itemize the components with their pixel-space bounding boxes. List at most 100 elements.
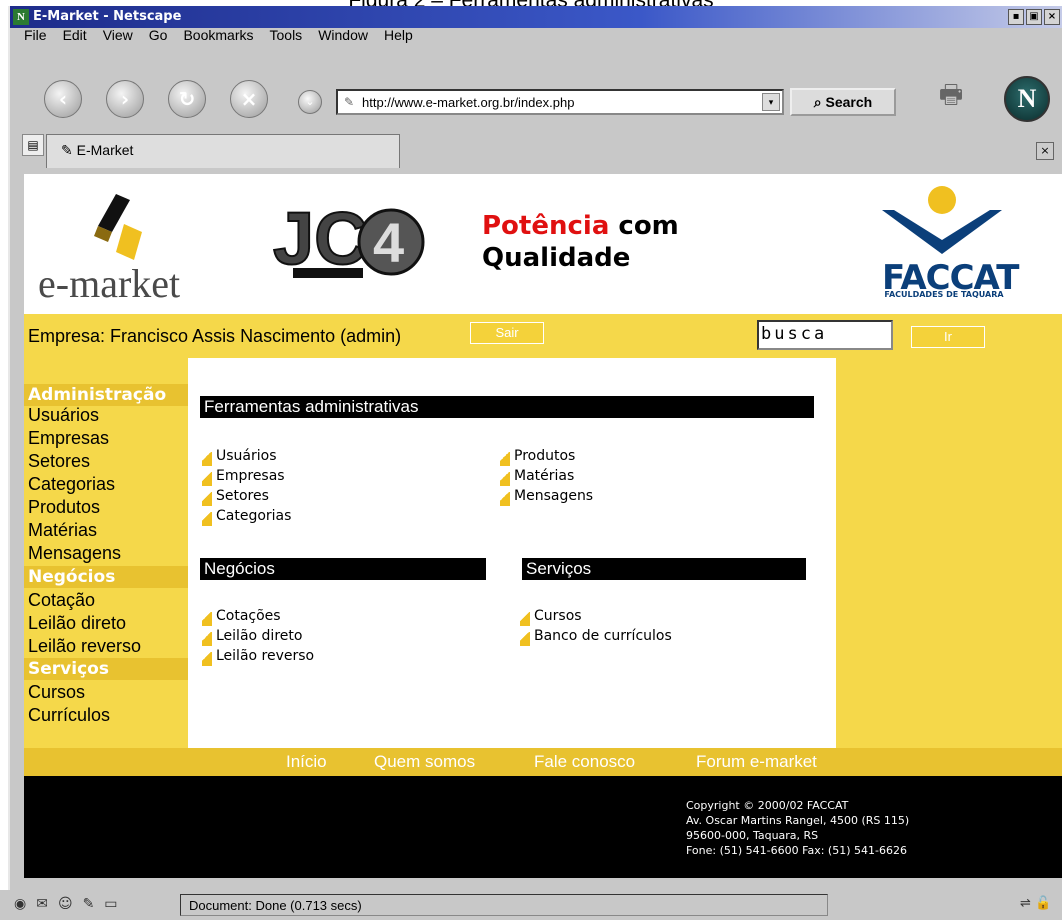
company-label: Empresa: Francisco Assis Nascimento (adm… [28,326,402,346]
main-panel: Ferramentas administrativas Usuários Emp… [188,358,836,748]
menu-bar: File Edit View Go Bookmarks Tools Window… [10,22,1050,48]
sidebar-item-produtos[interactable]: Produtos [28,496,100,518]
close-tab-icon[interactable]: × [1036,142,1054,160]
new-tab-icon[interactable]: ▤ [22,134,44,156]
emarket-logo-text: e-market [38,261,181,306]
logout-button[interactable]: Sair [470,322,544,344]
security-lock-icon[interactable]: ⇌ 🔓 [1020,896,1051,911]
back-button[interactable]: ‹ [44,80,82,118]
sidebar-item-cotacao[interactable]: Cotação [28,589,95,611]
link-usuarios[interactable]: Usuários [200,446,277,466]
menu-tools[interactable]: Tools [270,27,303,43]
site-footer: Copyright © 2000/02 FACCAT Av. Oscar Mar… [24,776,1062,878]
sidebar: Administração Usuários Empresas Setores … [24,358,188,748]
emarket-logo-icon[interactable] [90,194,146,262]
tab-label: E-Market [76,142,134,158]
page-icon: ✎ [344,95,355,109]
tagline-rest: com [609,211,679,241]
phone-line: Fone: (51) 541-6600 Fax: (51) 541-6626 [686,844,907,857]
forward-button[interactable]: › [106,80,144,118]
sidebar-item-materias[interactable]: Matérias [28,519,97,541]
stop-button[interactable]: × [230,80,268,118]
menu-go[interactable]: Go [149,27,168,43]
tagline: Potência com Qualidade [482,210,679,274]
netscape-logo-icon[interactable]: N [1004,76,1050,122]
print-icon[interactable]: 🖶 [930,76,972,110]
status-text: Document: Done (0.713 secs) [180,894,828,916]
section-title-admin: Ferramentas administrativas [200,396,814,418]
stop-icon: × [240,87,258,111]
link-materias[interactable]: Matérias [498,466,574,486]
sidebar-item-usuarios[interactable]: Usuários [28,404,99,426]
sidebar-item-mensagens[interactable]: Mensagens [28,542,121,564]
footer-link-inicio[interactable]: Início [286,752,327,772]
tab-page-icon: ✎ [61,142,77,158]
go-icon[interactable]: ⌄ [298,90,322,114]
footer-nav: Início Quem somos Fale conosco Forum e-m… [24,748,1062,776]
link-categorias[interactable]: Categorias [200,506,291,526]
search-button-label: Search [825,94,873,110]
sidebar-item-cursos[interactable]: Cursos [28,681,85,703]
sidebar-item-leilao-reverso[interactable]: Leilão reverso [28,635,141,657]
menu-window[interactable]: Window [318,27,368,43]
link-banco-curriculos[interactable]: Banco de currículos [518,626,672,646]
go-button[interactable]: Ir [911,326,985,348]
back-icon: ‹ [58,87,68,111]
tab-emarket[interactable]: ✎ E-Market [46,134,400,168]
navigator-icon[interactable]: ◉ [14,896,26,912]
link-setores[interactable]: Setores [200,486,269,506]
address-book-icon[interactable]: ▭ [104,896,117,912]
magnifier-icon: ⌕ [813,94,826,110]
sidebar-item-leilao-direto[interactable]: Leilão direto [28,612,126,634]
section-title-servicos: Serviços [522,558,806,580]
city-line: 95600-000, Taquara, RS [686,829,819,842]
sidebar-item-setores[interactable]: Setores [28,450,90,472]
footer-link-quem-somos[interactable]: Quem somos [374,752,475,772]
link-leilao-reverso[interactable]: Leilão reverso [200,646,314,666]
page-content: e-market JC 4 Potência com Qualidade FAC… [24,174,1062,878]
copyright-block: Copyright © 2000/02 FACCAT Av. Oscar Mar… [686,798,909,858]
footer-link-fale-conosco[interactable]: Fale conosco [534,752,635,772]
forward-icon: › [120,87,130,111]
im-icon[interactable]: ☺ [58,896,73,912]
link-leilao-direto[interactable]: Leilão direto [200,626,302,646]
sidebar-head-admin[interactable]: Administração [24,384,188,406]
url-text: http://www.e-market.org.br/index.php [362,95,575,110]
url-dropdown-icon[interactable]: ▾ [762,93,780,111]
reload-button[interactable]: ↻ [168,80,206,118]
menu-help[interactable]: Help [384,27,413,43]
search-button[interactable]: ⌕ Search [790,88,896,116]
tagline-highlight: Potência [482,211,610,241]
link-produtos[interactable]: Produtos [498,446,575,466]
link-cotacoes[interactable]: Cotações [200,606,281,626]
menu-edit[interactable]: Edit [63,27,87,43]
url-field[interactable]: ✎ http://www.e-market.org.br/index.php ▾ [336,89,784,115]
sidebar-head-negocios[interactable]: Negócios [24,566,188,588]
link-mensagens[interactable]: Mensagens [498,486,593,506]
link-empresas[interactable]: Empresas [200,466,285,486]
svg-text:4: 4 [373,211,404,274]
faccat-logo-icon [882,186,1002,254]
menu-view[interactable]: View [103,27,133,43]
site-header: e-market JC 4 Potência com Qualidade FAC… [24,174,1062,314]
sidebar-item-empresas[interactable]: Empresas [28,427,109,449]
mail-icon[interactable]: ✉ [36,896,48,912]
link-cursos[interactable]: Cursos [518,606,582,626]
search-input[interactable]: busca [757,320,893,350]
menu-bookmarks[interactable]: Bookmarks [183,27,253,43]
section-title-negocios: Negócios [200,558,486,580]
tagline-line2: Qualidade [482,243,631,273]
reload-icon: ↻ [178,87,196,111]
sidebar-item-curriculos[interactable]: Currículos [28,704,110,726]
address-line: Av. Oscar Martins Rangel, 4500 (RS 115) [686,814,910,827]
menu-file[interactable]: File [24,27,47,43]
status-icons: ◉ ✉ ☺ ✎ ▭ [14,896,118,912]
footer-link-forum[interactable]: Forum e-market [696,752,817,772]
jc4-logo-icon: JC 4 [272,198,425,281]
sidebar-item-categorias[interactable]: Categorias [28,473,115,495]
sidebar-head-servicos[interactable]: Serviços [24,658,188,680]
composer-icon[interactable]: ✎ [83,896,95,912]
copyright-line: Copyright © 2000/02 FACCAT [686,799,849,812]
faccat-subtitle: FACULDADES DE TAQUARA [884,290,1004,299]
right-column [836,358,1062,748]
